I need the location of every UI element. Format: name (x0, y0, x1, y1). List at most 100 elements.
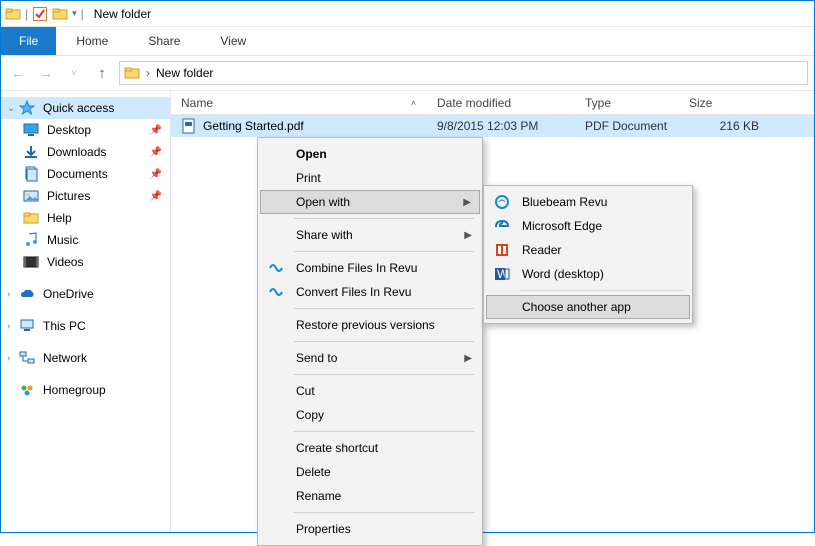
pin-icon: 📌 (150, 191, 162, 202)
chevron-down-icon[interactable]: ⌄ (7, 103, 15, 114)
ctx-copy[interactable]: Copy (260, 403, 480, 427)
ctx-send-to[interactable]: Send to▶ (260, 346, 480, 370)
ctx-convert-revu[interactable]: Convert Files In Revu (260, 280, 480, 304)
sidebar-item-downloads[interactable]: Downloads 📌 (1, 141, 170, 163)
ctx-shortcut[interactable]: Create shortcut (260, 436, 480, 460)
chevron-right-icon[interactable]: › (7, 289, 10, 300)
sidebar-item-label: This PC (43, 319, 86, 333)
music-icon (23, 232, 39, 248)
qat-check-icon[interactable] (32, 6, 48, 22)
openwith-word[interactable]: WWord (desktop) (486, 262, 690, 286)
sidebar-item-music[interactable]: Music (1, 229, 170, 251)
ctx-open[interactable]: Open (260, 142, 480, 166)
column-type[interactable]: Type (575, 92, 679, 114)
word-icon: W (494, 266, 512, 282)
sidebar-item-documents[interactable]: Documents 📌 (1, 163, 170, 185)
nav-recent-dropdown[interactable]: ˅ (63, 68, 85, 79)
sidebar-item-label: Documents (47, 167, 108, 181)
chevron-right-icon: ▶ (463, 197, 471, 208)
sidebar-item-label: Quick access (43, 101, 114, 115)
column-headers: Name˄ Date modified Type Size (171, 91, 814, 115)
nav-back[interactable]: ← (7, 65, 29, 82)
ribbon-tabs: File Home Share View (1, 27, 814, 55)
sidebar-thispc[interactable]: › This PC (1, 315, 170, 337)
reader-icon (494, 242, 512, 258)
folder-icon (124, 65, 140, 81)
chevron-right-icon: ▶ (464, 353, 472, 364)
file-name: Getting Started.pdf (203, 119, 304, 133)
context-menu: Open Print Open with▶ Share with▶ Combin… (257, 137, 483, 546)
ctx-combine-revu[interactable]: Combine Files In Revu (260, 256, 480, 280)
sidebar-network[interactable]: › Network (1, 347, 170, 369)
bluebeam-icon (494, 194, 512, 210)
sidebar-item-label: Help (47, 211, 72, 225)
edge-icon (494, 218, 512, 234)
sidebar-item-label: Network (43, 351, 87, 365)
folder-icon (23, 210, 39, 226)
column-size[interactable]: Size (679, 92, 769, 114)
ctx-rename[interactable]: Rename (260, 484, 480, 508)
chevron-right-icon[interactable]: › (7, 321, 10, 332)
openwith-choose[interactable]: Choose another app (486, 295, 690, 319)
nav-forward[interactable]: → (35, 65, 57, 82)
pictures-icon (23, 188, 39, 204)
downloads-icon (23, 144, 39, 160)
file-size: 216 KB (679, 119, 769, 133)
tab-share[interactable]: Share (128, 28, 200, 54)
star-icon (19, 100, 35, 116)
window-title: New folder (94, 7, 151, 21)
chevron-right-icon[interactable]: › (7, 353, 10, 364)
sidebar-item-label: Pictures (47, 189, 90, 203)
sidebar-item-label: Homegroup (43, 383, 106, 397)
sidebar-item-label: Downloads (47, 145, 106, 159)
breadcrumb-location[interactable]: New folder (156, 66, 213, 80)
sidebar-quick-access[interactable]: ⌄ Quick access (1, 97, 170, 119)
network-icon (19, 350, 35, 366)
sidebar-homegroup[interactable]: Homegroup (1, 379, 170, 401)
ctx-share-with[interactable]: Share with▶ (260, 223, 480, 247)
sidebar-item-label: Desktop (47, 123, 91, 137)
revu-icon (268, 284, 286, 300)
qat-dropdown-icon[interactable]: ▾ (72, 8, 77, 19)
pin-icon: 📌 (150, 125, 162, 136)
nav-pane: ⌄ Quick access Desktop 📌 Downloads 📌 Doc… (1, 91, 171, 532)
sidebar-item-videos[interactable]: Videos (1, 251, 170, 273)
documents-icon (23, 166, 39, 182)
file-type: PDF Document (575, 119, 679, 133)
openwith-reader[interactable]: Reader (486, 238, 690, 262)
sidebar-item-desktop[interactable]: Desktop 📌 (1, 119, 170, 141)
desktop-icon (23, 122, 39, 138)
nav-up[interactable]: ↑ (91, 65, 113, 82)
pin-icon: 📌 (150, 169, 162, 180)
file-row[interactable]: Getting Started.pdf 9/8/2015 12:03 PM PD… (171, 115, 814, 137)
ctx-restore[interactable]: Restore previous versions (260, 313, 480, 337)
folder-icon-small (52, 6, 68, 22)
openwith-bluebeam[interactable]: Bluebeam Revu (486, 190, 690, 214)
breadcrumb[interactable]: › New folder (119, 61, 808, 85)
column-date[interactable]: Date modified (427, 92, 575, 114)
sort-asc-icon: ˄ (411, 98, 416, 108)
open-with-submenu: Bluebeam Revu Microsoft Edge Reader WWor… (483, 185, 693, 324)
ctx-open-with[interactable]: Open with▶ (260, 190, 480, 214)
thispc-icon (19, 318, 35, 334)
tab-view[interactable]: View (200, 28, 266, 54)
chevron-right-icon[interactable]: › (146, 66, 150, 80)
sidebar-item-pictures[interactable]: Pictures 📌 (1, 185, 170, 207)
onedrive-icon (19, 286, 35, 302)
sidebar-item-help[interactable]: Help (1, 207, 170, 229)
tab-file[interactable]: File (1, 27, 56, 55)
ctx-delete[interactable]: Delete (260, 460, 480, 484)
navbar: ← → ˅ ↑ › New folder (1, 55, 814, 91)
ctx-print[interactable]: Print (260, 166, 480, 190)
file-date: 9/8/2015 12:03 PM (427, 119, 575, 133)
pdf-file-icon (181, 118, 197, 134)
column-name[interactable]: Name˄ (171, 92, 427, 114)
sidebar-item-label: Videos (47, 255, 83, 269)
sidebar-item-label: OneDrive (43, 287, 94, 301)
ctx-properties[interactable]: Properties (260, 517, 480, 541)
ctx-cut[interactable]: Cut (260, 379, 480, 403)
tab-home[interactable]: Home (56, 28, 128, 54)
titlebar: | ▾ | New folder (1, 1, 814, 27)
openwith-edge[interactable]: Microsoft Edge (486, 214, 690, 238)
sidebar-onedrive[interactable]: › OneDrive (1, 283, 170, 305)
